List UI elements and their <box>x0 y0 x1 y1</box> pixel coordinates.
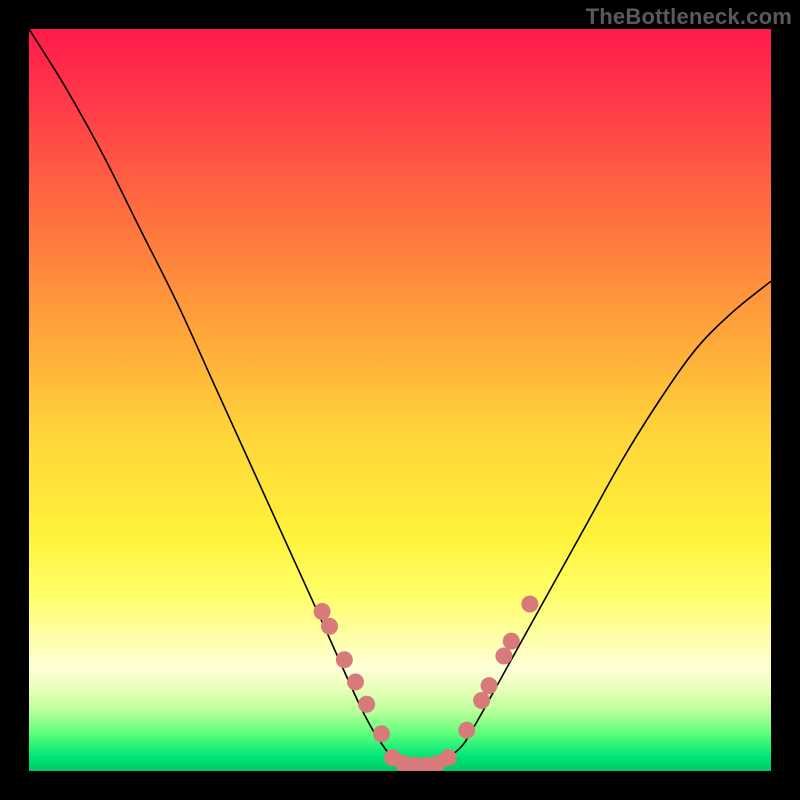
marker-dot <box>347 673 364 690</box>
marker-dot <box>358 696 375 713</box>
marker-dots <box>314 596 539 771</box>
plot-area <box>29 29 771 771</box>
marker-dot <box>314 603 331 620</box>
marker-dot <box>336 651 353 668</box>
marker-dot <box>503 633 520 650</box>
watermark-text: TheBottleneck.com <box>586 4 792 30</box>
marker-dot <box>321 618 338 635</box>
bottleneck-curve <box>29 29 771 767</box>
marker-dot <box>373 725 390 742</box>
marker-dot <box>458 722 475 739</box>
curve-svg <box>29 29 771 771</box>
marker-dot <box>495 647 512 664</box>
chart-frame: TheBottleneck.com <box>0 0 800 800</box>
marker-dot <box>440 749 457 766</box>
marker-dot <box>481 677 498 694</box>
marker-dot <box>473 692 490 709</box>
marker-dot <box>521 596 538 613</box>
